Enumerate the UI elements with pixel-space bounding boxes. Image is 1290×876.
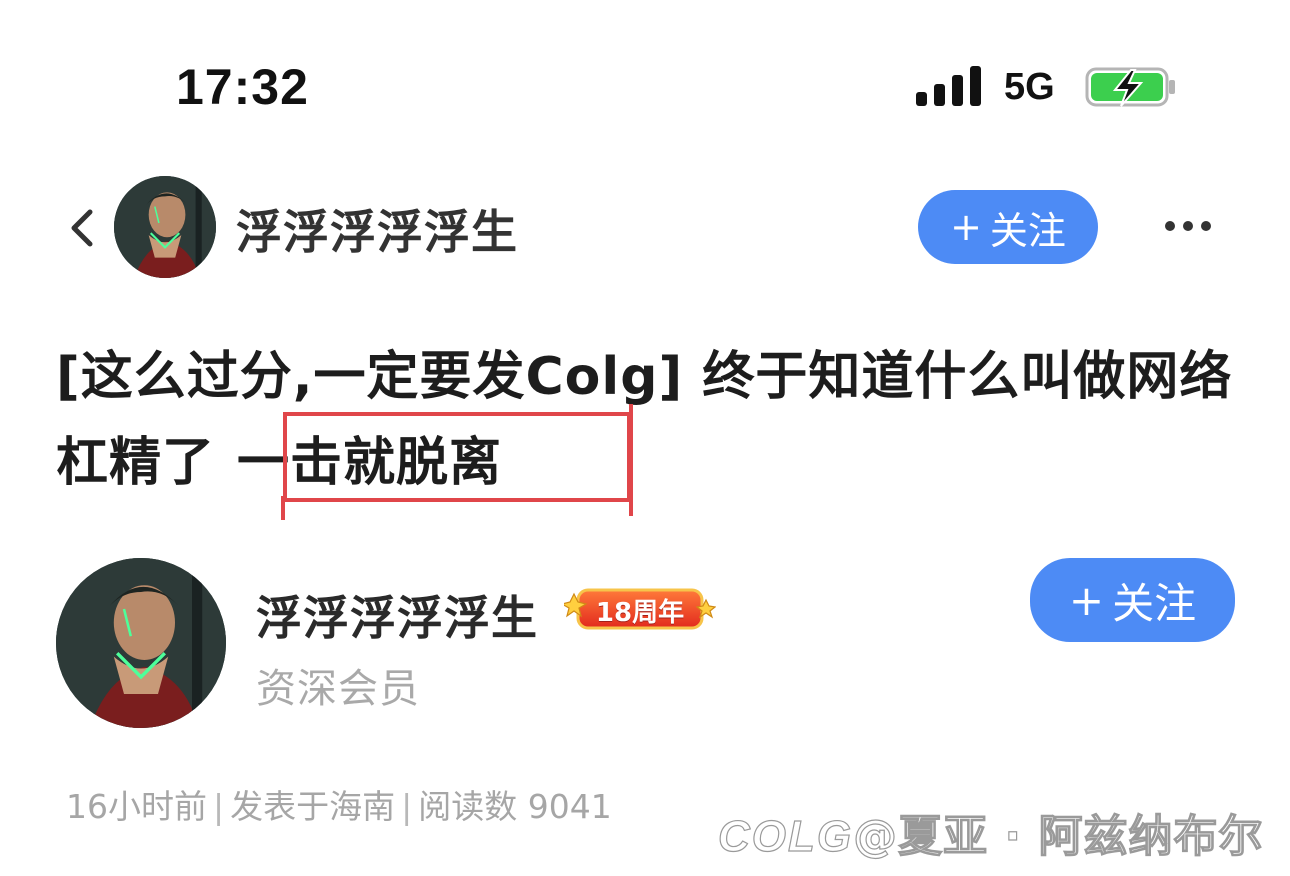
watermark: COLG@夏亚 · 阿兹纳布尔 — [717, 800, 1264, 864]
header-avatar[interactable] — [114, 176, 216, 278]
chevron-left-icon[interactable] — [62, 206, 102, 250]
plus-icon: + — [950, 205, 982, 249]
author-name[interactable]: 浮浮浮浮浮生 — [256, 582, 538, 648]
author-avatar[interactable] — [56, 558, 226, 728]
header-username[interactable]: 浮浮浮浮浮生 — [236, 196, 518, 262]
badge-label: 18周年 — [595, 598, 685, 628]
anniversary-badge: 18周年 — [560, 586, 717, 632]
highlight-annotation-tick — [281, 496, 285, 520]
post-title: [这么过分,一定要发Colg] 终于知道什么叫做网络杠精了 一击就脱离 — [56, 334, 1236, 506]
signal-strength-icon — [916, 66, 982, 106]
status-time: 17:32 — [176, 59, 309, 115]
member-level: 资深会员 — [256, 666, 420, 712]
avatar-portrait-icon — [56, 558, 226, 728]
highlight-annotation-tick — [629, 404, 633, 516]
more-dots-icon[interactable] — [1160, 210, 1216, 242]
post-time: 16小时前 — [66, 787, 207, 826]
header-follow-button[interactable]: + 关注 — [918, 190, 1098, 264]
battery-charging-icon — [1085, 67, 1175, 107]
watermark-text: @夏亚 · 阿兹纳布尔 — [853, 810, 1264, 862]
follow-label: 关注 — [1112, 578, 1197, 628]
network-type: 5G — [1004, 66, 1055, 108]
avatar-portrait-icon — [114, 176, 216, 278]
meta-separator: | — [213, 787, 225, 826]
follow-label: 关注 — [989, 208, 1066, 253]
meta-separator: | — [401, 787, 413, 826]
plus-icon: + — [1068, 575, 1105, 625]
post-read-count: 阅读数 9041 — [418, 787, 612, 826]
author-follow-button[interactable]: + 关注 — [1030, 558, 1235, 642]
watermark-brand-logo: COLG — [717, 811, 854, 861]
post-location: 发表于海南 — [230, 787, 396, 826]
post-title-highlight: 一击就脱离 — [237, 433, 503, 493]
post-meta: 16小时前 | 发表于海南 | 阅读数 9041 — [66, 780, 612, 828]
